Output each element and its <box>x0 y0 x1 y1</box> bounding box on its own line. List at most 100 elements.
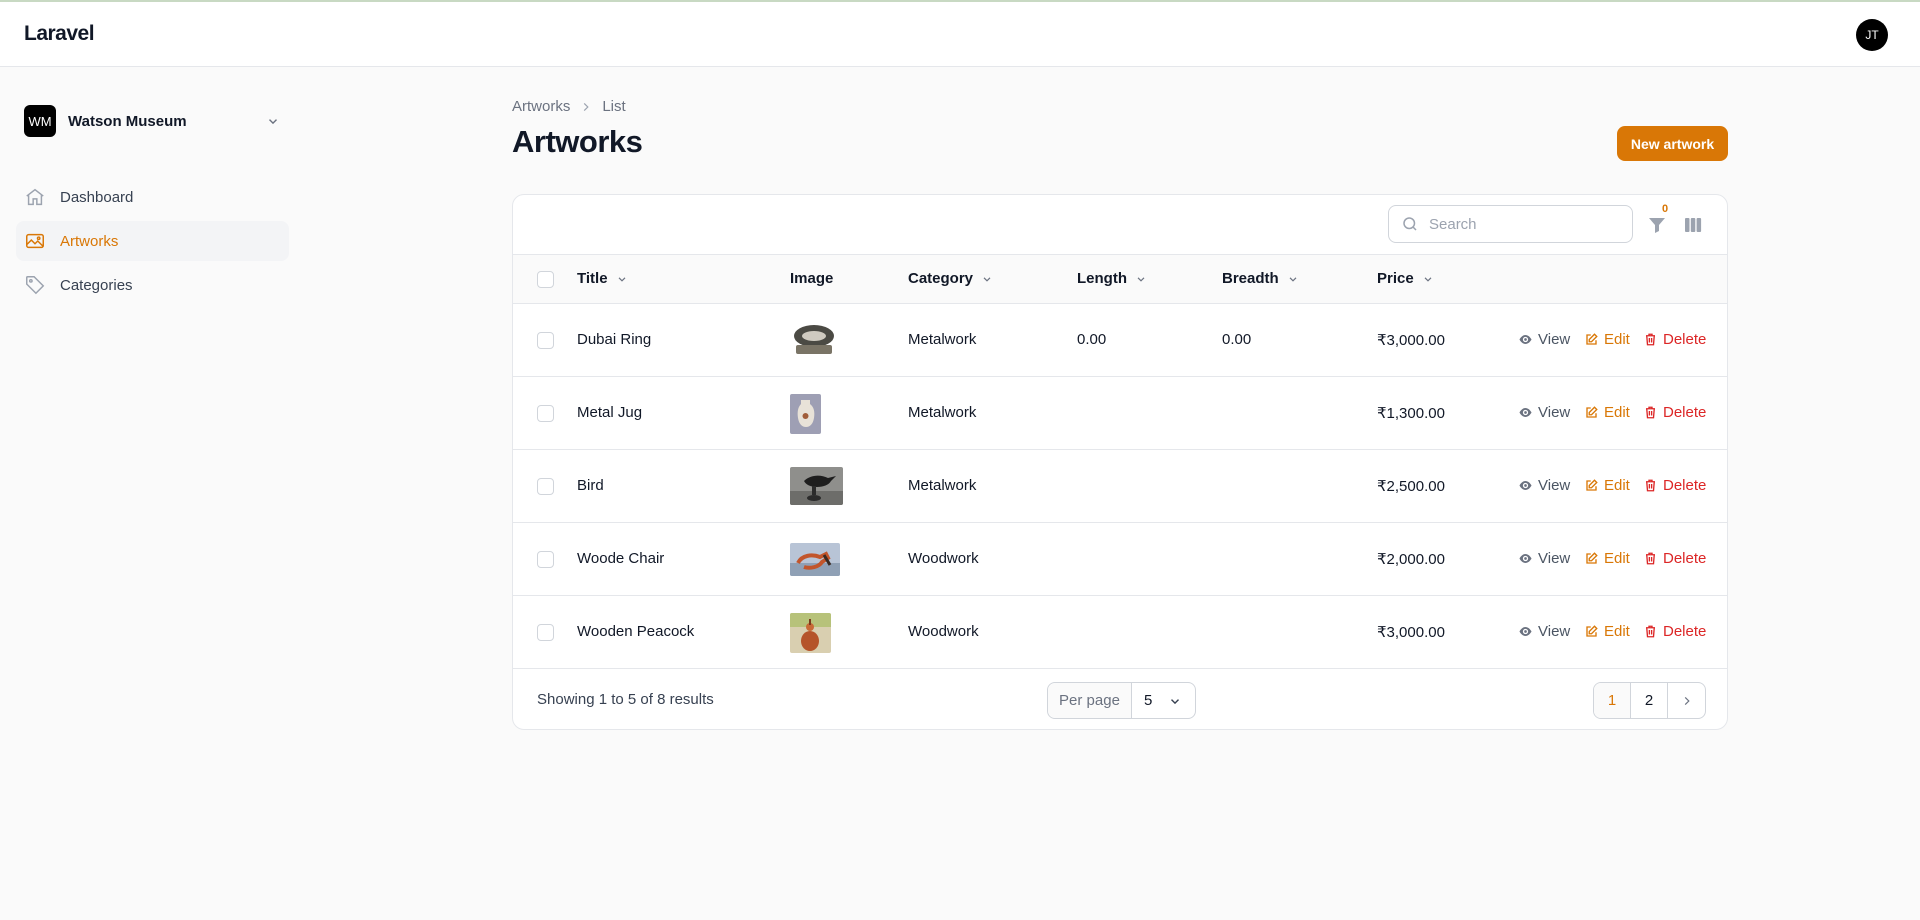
breadcrumb-link-artworks[interactable]: Artworks <box>512 98 570 115</box>
search-box[interactable] <box>1388 205 1633 243</box>
sidebar-item-label: Dashboard <box>60 188 134 206</box>
pencil-square-icon <box>1586 333 1598 345</box>
column-header-title[interactable]: Title <box>577 270 628 287</box>
column-header-breadth[interactable]: Breadth <box>1222 270 1299 287</box>
table-row: Metal Jug Metalwork ₹1,300.00 View Edit … <box>513 377 1727 450</box>
eye-icon <box>1519 627 1532 636</box>
table-row: Dubai Ring Metalwork 0.00 0.00 ₹3,000.00… <box>513 304 1727 377</box>
column-length-label: Length <box>1077 270 1127 287</box>
cell-category: Woodwork <box>908 623 979 640</box>
artwork-thumbnail[interactable] <box>790 467 843 505</box>
pencil-square-icon <box>1586 625 1598 637</box>
cell-title: Wooden Peacock <box>577 623 695 640</box>
row-checkbox[interactable] <box>537 478 554 495</box>
edit-button[interactable]: Edit <box>1584 331 1630 348</box>
row-checkbox[interactable] <box>537 624 554 641</box>
row-checkbox[interactable] <box>537 332 554 349</box>
cell-category: Metalwork <box>908 404 977 421</box>
select-all-checkbox[interactable] <box>537 271 554 288</box>
next-page-button[interactable] <box>1668 683 1705 718</box>
delete-button[interactable]: Delete <box>1643 550 1706 567</box>
trash-icon <box>1646 552 1655 565</box>
filter-count-badge: 0 <box>1662 203 1669 215</box>
cell-length: 0.00 <box>1077 331 1107 348</box>
top-bar: Laravel JT <box>0 0 1920 67</box>
trash-icon <box>1646 333 1655 346</box>
column-image-label: Image <box>790 270 834 287</box>
delete-button[interactable]: Delete <box>1643 331 1706 348</box>
column-header-image: Image <box>790 270 833 287</box>
eye-icon <box>1519 335 1532 344</box>
tag-icon <box>26 276 45 295</box>
column-header-price[interactable]: Price <box>1377 270 1434 287</box>
page-button-1[interactable]: 1 <box>1594 683 1631 718</box>
column-breadth-label: Breadth <box>1222 270 1279 287</box>
table-header: Title Image Category Length Breadth Pric… <box>513 255 1727 304</box>
eye-icon <box>1519 481 1532 490</box>
per-page-select[interactable]: Per page 5 <box>1047 682 1196 719</box>
per-page-value-box[interactable]: 5 <box>1132 683 1195 718</box>
sidebar-item-artworks[interactable]: Artworks <box>16 221 289 261</box>
breadcrumb-current: List <box>602 98 626 115</box>
column-header-length[interactable]: Length <box>1077 270 1147 287</box>
column-category-label: Category <box>908 270 974 287</box>
filter-icon[interactable] <box>1647 215 1667 235</box>
artwork-thumbnail[interactable] <box>790 394 821 434</box>
column-header-category[interactable]: Category <box>908 270 993 287</box>
edit-button[interactable]: Edit <box>1584 404 1630 421</box>
artwork-thumbnail[interactable] <box>790 321 837 359</box>
edit-button[interactable]: Edit <box>1584 550 1630 567</box>
cell-price: ₹1,300.00 <box>1377 405 1445 422</box>
cell-breadth: 0.00 <box>1222 331 1252 348</box>
search-input[interactable] <box>1429 215 1619 233</box>
artwork-thumbnail[interactable] <box>790 613 831 653</box>
new-artwork-button[interactable]: New artwork <box>1617 126 1728 161</box>
edit-button[interactable]: Edit <box>1584 477 1630 494</box>
delete-label: Delete <box>1663 477 1707 494</box>
edit-button[interactable]: Edit <box>1584 623 1630 640</box>
table-row: Woode Chair Woodwork ₹2,000.00 View Edit… <box>513 523 1727 596</box>
delete-button[interactable]: Delete <box>1643 404 1706 421</box>
chevron-down-icon <box>269 119 277 125</box>
columns-icon[interactable] <box>1683 215 1703 235</box>
cell-title: Woode Chair <box>577 550 665 567</box>
chevron-down-icon <box>618 276 626 282</box>
tenant-avatar: WM <box>24 105 56 137</box>
row-checkbox[interactable] <box>537 551 554 568</box>
per-page-value: 5 <box>1144 692 1153 709</box>
view-button[interactable]: View <box>1518 404 1570 421</box>
table-row: Bird Metalwork ₹2,500.00 View Edit Delet… <box>513 450 1727 523</box>
column-price-label: Price <box>1377 270 1414 287</box>
delete-button[interactable]: Delete <box>1643 623 1706 640</box>
user-avatar[interactable]: JT <box>1856 19 1888 51</box>
breadcrumb: Artworks List <box>512 98 626 115</box>
sidebar-item-categories[interactable]: Categories <box>16 265 289 305</box>
eye-icon <box>1519 408 1532 417</box>
chevron-down-icon <box>1424 276 1432 282</box>
search-icon <box>1403 217 1417 231</box>
cell-price: ₹3,000.00 <box>1377 332 1445 349</box>
cell-category: Metalwork <box>908 331 977 348</box>
chevron-down-icon <box>983 276 991 282</box>
view-button[interactable]: View <box>1518 623 1570 640</box>
chevron-right-icon <box>584 102 589 111</box>
artwork-thumbnail[interactable] <box>790 543 840 576</box>
delete-label: Delete <box>1663 623 1707 640</box>
delete-button[interactable]: Delete <box>1643 477 1706 494</box>
edit-label: Edit <box>1604 623 1630 640</box>
trash-icon <box>1646 625 1655 638</box>
row-checkbox[interactable] <box>537 405 554 422</box>
view-button[interactable]: View <box>1518 331 1570 348</box>
brand-logo[interactable]: Laravel <box>24 22 95 46</box>
sidebar: WM Watson Museum Dashboard Artworks Cate… <box>0 67 300 920</box>
trash-icon <box>1646 406 1655 419</box>
table-toolbar: 0 <box>513 195 1727 255</box>
view-button[interactable]: View <box>1518 550 1570 567</box>
page-button-2[interactable]: 2 <box>1631 683 1668 718</box>
eye-icon <box>1519 554 1532 563</box>
sidebar-item-dashboard[interactable]: Dashboard <box>16 177 289 217</box>
view-button[interactable]: View <box>1518 477 1570 494</box>
table-row: Wooden Peacock Woodwork ₹3,000.00 View E… <box>513 596 1727 669</box>
sidebar-item-label: Categories <box>60 276 133 294</box>
tenant-switcher[interactable]: WM Watson Museum <box>24 104 280 138</box>
